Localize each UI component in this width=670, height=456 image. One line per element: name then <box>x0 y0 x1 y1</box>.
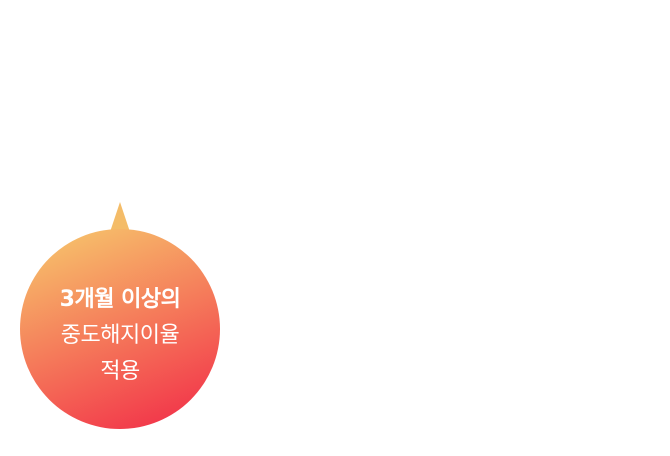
badge-line-2: 중도해지이율 <box>60 323 180 348</box>
badge-line-3: 적용 <box>100 359 140 384</box>
bubble-tail <box>110 202 130 232</box>
page-canvas: 3개월 이상의 중도해지이율 적용 <box>0 0 670 456</box>
badge-text: 3개월 이상의 중도해지이율 적용 <box>20 282 220 390</box>
promo-speech-badge: 3개월 이상의 중도해지이율 적용 <box>20 202 220 430</box>
badge-line-1: 3개월 이상의 <box>59 287 181 312</box>
